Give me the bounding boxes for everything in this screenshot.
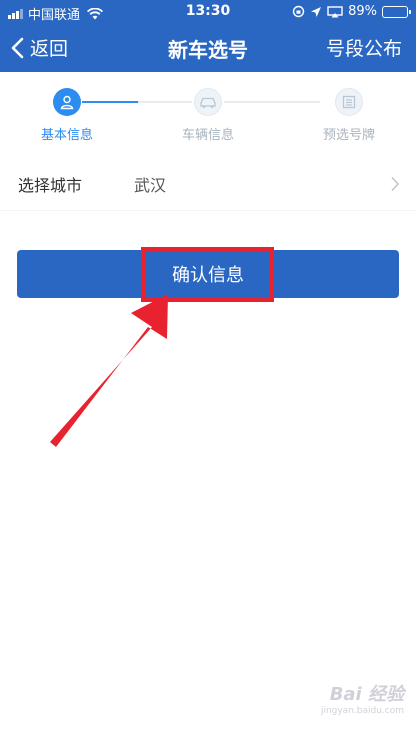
step-basic-info: 基本信息	[7, 88, 127, 143]
car-icon	[194, 88, 222, 116]
airplay-icon	[327, 5, 343, 17]
step-label: 预选号牌	[322, 128, 375, 143]
step-label: 基本信息	[40, 128, 93, 143]
number-segment-announcement-button[interactable]: 号段公布	[326, 34, 402, 61]
step-preselect-plate: 预选号牌	[289, 88, 409, 143]
confirm-info-button[interactable]: 确认信息	[17, 250, 399, 298]
step-indicator: 基本信息 车辆信息 预选号牌	[0, 72, 416, 152]
watermark-brand: Bai 经验	[329, 684, 404, 705]
divider	[0, 210, 416, 211]
city-select-row[interactable]: 选择城市 武汉	[0, 160, 416, 208]
status-bar: 中国联通 13:30 89%	[0, 0, 416, 24]
navigation-bar: 返回 新车选号 号段公布	[0, 24, 416, 72]
battery-icon	[382, 5, 411, 18]
app-header: 中国联通 13:30 89% 返回 新车选号 号段公布	[0, 0, 416, 72]
location-icon	[311, 6, 322, 17]
watermark-site: jingyan.baidu.com	[320, 706, 404, 716]
step-label: 车辆信息	[181, 128, 234, 143]
city-label: 选择城市	[18, 176, 83, 195]
city-value: 武汉	[134, 176, 167, 195]
plate-icon	[335, 88, 363, 116]
rotation-lock-icon	[292, 5, 305, 18]
user-icon	[53, 88, 81, 116]
battery-percent: 89%	[348, 4, 377, 19]
watermark: Bai 经验 jingyan.baidu.com	[321, 680, 404, 716]
chevron-right-icon	[391, 176, 400, 192]
step-vehicle-info: 车辆信息	[148, 88, 268, 143]
